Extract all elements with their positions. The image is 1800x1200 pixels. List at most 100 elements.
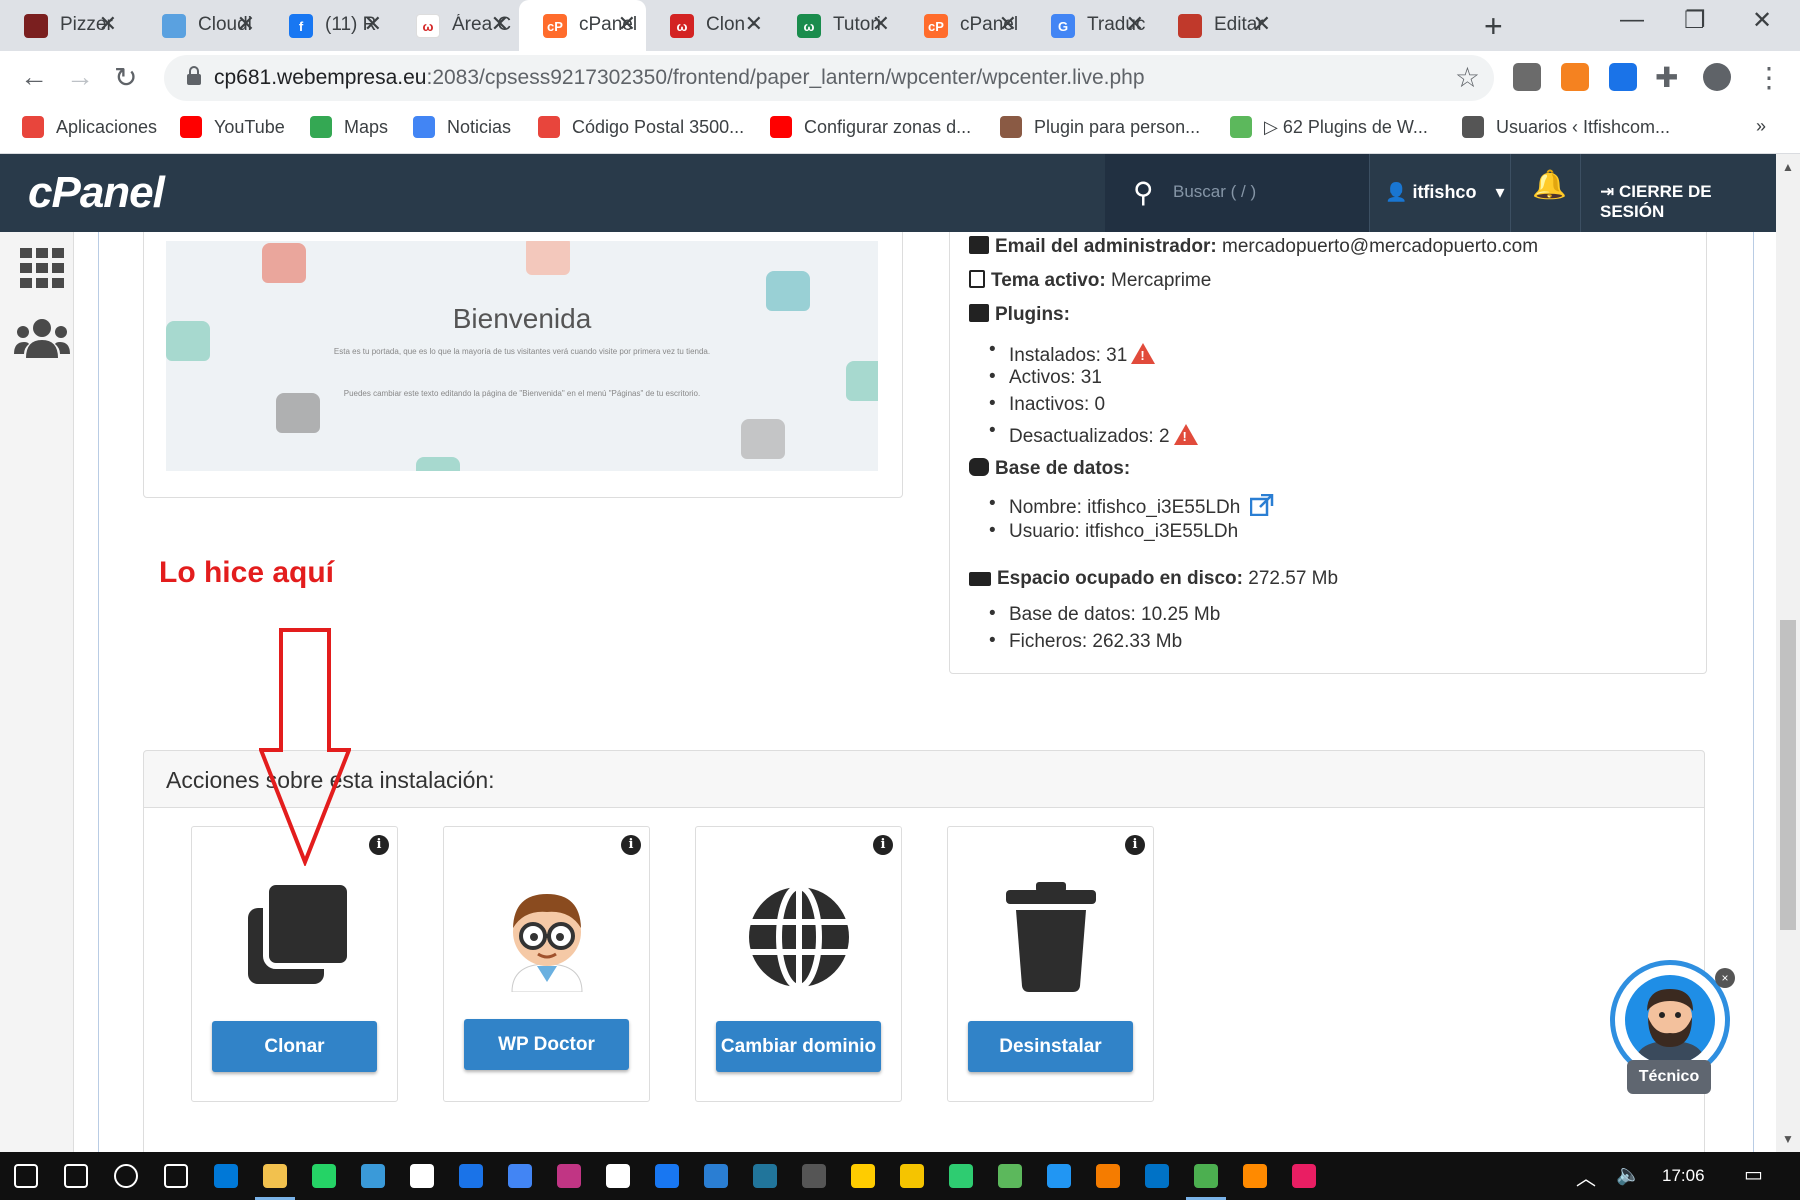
windows-start-icon[interactable] — [14, 1164, 38, 1188]
grid-apps-icon[interactable] — [20, 248, 64, 288]
tab-close-icon[interactable]: ✕ — [491, 11, 509, 37]
browser-tab[interactable]: Editar ✕ — [1154, 0, 1281, 51]
app-icon[interactable] — [851, 1164, 875, 1188]
cpanel-logo[interactable]: cPanel — [28, 168, 165, 218]
analytics-extension-icon[interactable] — [1561, 63, 1589, 91]
outlook-icon[interactable] — [1145, 1164, 1169, 1188]
wp-doctor-button[interactable]: WP Doctor — [464, 1019, 629, 1070]
back-arrow-icon[interactable]: ← — [20, 61, 48, 93]
restore-window-icon[interactable]: ❐ — [1684, 6, 1706, 35]
page-scrollbar[interactable]: ▲ ▼ — [1776, 154, 1800, 1152]
tab-close-icon[interactable]: ✕ — [1126, 11, 1144, 37]
browser-tab[interactable]: ω Tutori ✕ — [773, 0, 900, 51]
instagram-icon[interactable] — [557, 1164, 581, 1188]
tab-close-icon[interactable]: ✕ — [1253, 11, 1271, 37]
app-icon[interactable] — [704, 1164, 728, 1188]
app-icon[interactable] — [1292, 1164, 1316, 1188]
facebook-icon[interactable] — [655, 1164, 679, 1188]
scroll-up-icon[interactable]: ▲ — [1782, 160, 1794, 174]
ip-icon[interactable] — [606, 1164, 630, 1188]
bookmarks-overflow-button[interactable]: » — [1756, 116, 1766, 137]
chrome-icon[interactable] — [1194, 1164, 1218, 1188]
info-icon[interactable]: i — [873, 835, 893, 855]
search-input[interactable]: Buscar ( / ) — [1173, 182, 1256, 202]
bookmark-item[interactable]: Aplicaciones — [22, 116, 157, 138]
mail-icon[interactable] — [361, 1164, 385, 1188]
bookmark-star-icon[interactable]: ☆ — [1455, 61, 1480, 94]
logout-button[interactable]: ⇥ CIERRE DE SESIÓN — [1600, 182, 1776, 222]
close-window-icon[interactable]: ✕ — [1752, 6, 1772, 35]
edge-icon[interactable] — [214, 1164, 238, 1188]
app-icon[interactable] — [1047, 1164, 1071, 1188]
tab-close-icon[interactable]: ✕ — [237, 11, 255, 37]
file-explorer-icon[interactable] — [263, 1164, 287, 1188]
notifications-icon[interactable]: ▭ — [1744, 1162, 1763, 1187]
app-icon[interactable] — [998, 1164, 1022, 1188]
app-icon[interactable] — [900, 1164, 924, 1188]
cortana-icon[interactable] — [114, 1164, 138, 1188]
bookmark-item[interactable]: Plugin para person... — [1000, 116, 1200, 138]
uninstall-button[interactable]: Desinstalar — [968, 1021, 1133, 1072]
app-icon[interactable] — [802, 1164, 826, 1188]
microsoft-store-icon[interactable] — [459, 1164, 483, 1188]
browser-tab[interactable]: Pizzer ✕ — [0, 0, 127, 51]
reload-icon[interactable]: ↻ — [114, 61, 137, 94]
info-icon[interactable]: i — [621, 835, 641, 855]
browser-tab[interactable]: cP cPanel ✕ — [900, 0, 1027, 51]
profile-avatar-icon[interactable] — [1703, 63, 1731, 91]
tab-close-icon[interactable]: ✕ — [618, 11, 636, 37]
browser-tab[interactable]: cP cPanel ✕ — [519, 0, 646, 51]
user-menu[interactable]: 👤 itfishco ▾ — [1385, 182, 1505, 203]
address-bar[interactable]: cp681.webempresa.eu:2083/cpsess921730235… — [164, 55, 1494, 101]
scrollbar-thumb[interactable] — [1780, 620, 1796, 930]
wordpress-icon[interactable] — [753, 1164, 777, 1188]
tab-close-icon[interactable]: ✕ — [872, 11, 890, 37]
clock[interactable]: 17:06 — [1662, 1166, 1705, 1186]
change-domain-button[interactable]: Cambiar dominio — [716, 1021, 881, 1072]
bookmark-item[interactable]: Configurar zonas d... — [770, 116, 971, 138]
bookmark-item[interactable]: Usuarios ‹ Itfishcom... — [1462, 116, 1670, 138]
bookmark-item[interactable]: ▷ 62 Plugins de W... — [1230, 116, 1428, 138]
browser-tab[interactable]: f (11) R ✕ — [265, 0, 392, 51]
new-tab-button[interactable]: + — [1484, 8, 1503, 45]
bookmark-item[interactable]: Maps — [310, 116, 388, 138]
tab-close-icon[interactable]: ✕ — [999, 11, 1017, 37]
users-icon[interactable] — [14, 318, 70, 358]
bookmark-item[interactable]: Código Postal 3500... — [538, 116, 744, 138]
scroll-down-icon[interactable]: ▼ — [1782, 1132, 1794, 1146]
translate-extension-icon[interactable] — [1609, 63, 1637, 91]
bookmark-item[interactable]: YouTube — [180, 116, 285, 138]
forward-arrow-icon[interactable]: → — [66, 61, 94, 93]
menu-kebab-icon[interactable]: ⋮ — [1755, 61, 1783, 94]
task-view-icon[interactable] — [164, 1164, 188, 1188]
chat-label[interactable]: Técnico — [1627, 1060, 1711, 1094]
close-chat-icon[interactable]: × — [1715, 968, 1735, 988]
puzzle-extensions-icon[interactable]: ✚ — [1655, 61, 1678, 94]
cpanel-search[interactable]: ⚲ Buscar ( / ) — [1105, 154, 1369, 232]
tab-close-icon[interactable]: ✕ — [745, 11, 763, 37]
volume-icon[interactable]: 🔈 — [1616, 1162, 1641, 1187]
bookmark-item[interactable]: Noticias — [413, 116, 511, 138]
browser-tab[interactable]: G Traduc ✕ — [1027, 0, 1154, 51]
photos-icon[interactable] — [1243, 1164, 1267, 1188]
app-icon[interactable] — [949, 1164, 973, 1188]
app-icon[interactable] — [1096, 1164, 1120, 1188]
browser-tab[interactable]: ω Clon - ✕ — [646, 0, 773, 51]
browser-tab[interactable]: ω Área C ✕ — [392, 0, 519, 51]
info-icon[interactable]: i — [369, 835, 389, 855]
webempresa-icon[interactable] — [410, 1164, 434, 1188]
tab-close-icon[interactable]: ✕ — [364, 11, 382, 37]
search-icon[interactable] — [64, 1164, 88, 1188]
site-preview-image[interactable]: Bienvenida Esta es tu portada, que es lo… — [166, 241, 878, 471]
tab-close-icon[interactable]: ✕ — [99, 11, 117, 37]
external-link-icon[interactable] — [1249, 493, 1274, 517]
info-icon[interactable]: i — [1125, 835, 1145, 855]
minimize-window-icon[interactable]: — — [1620, 6, 1644, 34]
whatsapp-icon[interactable] — [312, 1164, 336, 1188]
translate-icon[interactable] — [508, 1164, 532, 1188]
tray-chevron-icon[interactable]: ︿ — [1576, 1162, 1596, 1191]
browser-tab[interactable]: Cloudi ✕ — [138, 0, 265, 51]
notification-bell-icon[interactable]: 🔔 — [1532, 168, 1567, 201]
clone-button[interactable]: Clonar — [212, 1021, 377, 1072]
extension-icon[interactable] — [1513, 63, 1541, 91]
